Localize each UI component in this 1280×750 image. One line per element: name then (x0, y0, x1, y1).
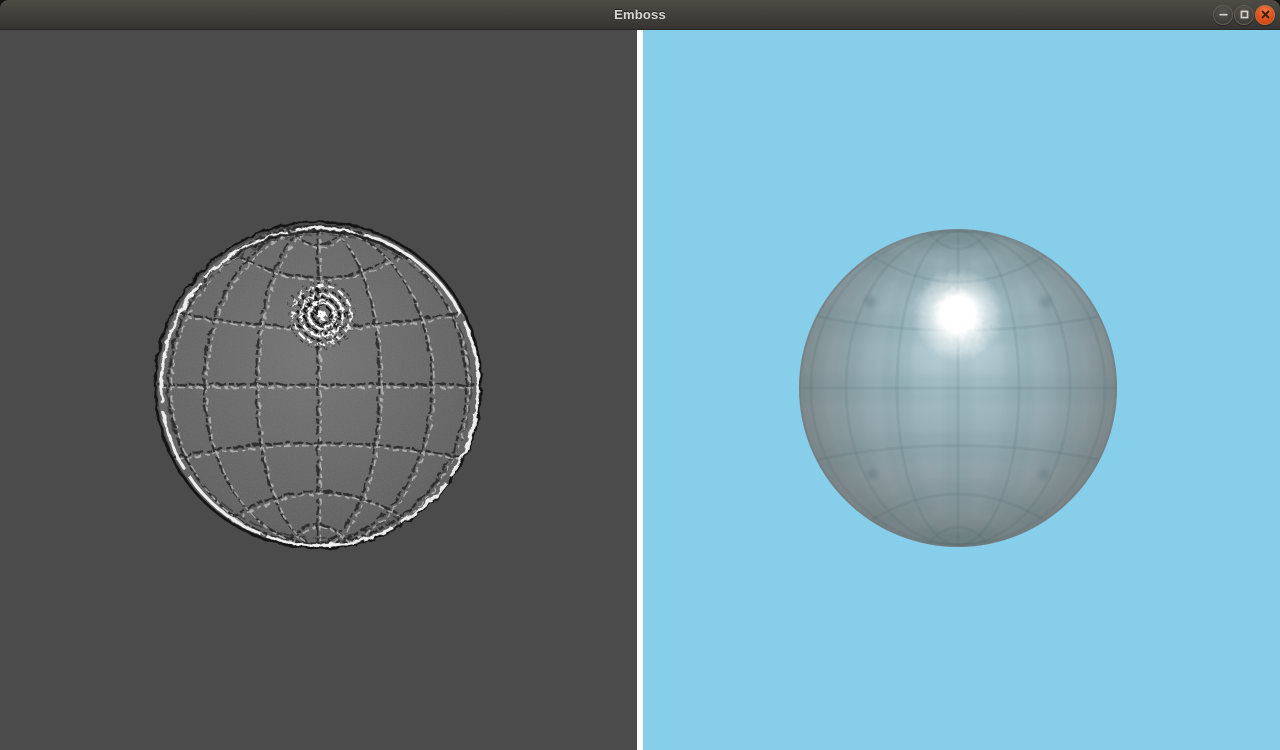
rendered-sphere-canvas (643, 30, 1280, 750)
render-specular-highlight (912, 268, 1004, 360)
maximize-button[interactable] (1234, 5, 1254, 25)
viewport-final-render[interactable] (643, 30, 1280, 750)
window-title: Emboss (614, 7, 666, 22)
viewport-area (0, 30, 1280, 750)
title-bar[interactable]: Emboss (0, 0, 1280, 30)
embossed-sphere-canvas (0, 30, 637, 750)
window-controls (1213, 0, 1275, 29)
emboss-window: Emboss (0, 0, 1280, 750)
minimize-icon (1218, 9, 1229, 20)
close-button[interactable] (1255, 5, 1275, 25)
viewport-emboss-pass[interactable] (0, 30, 637, 750)
close-icon (1260, 9, 1271, 20)
maximize-icon (1239, 9, 1250, 20)
minimize-button[interactable] (1213, 5, 1233, 25)
